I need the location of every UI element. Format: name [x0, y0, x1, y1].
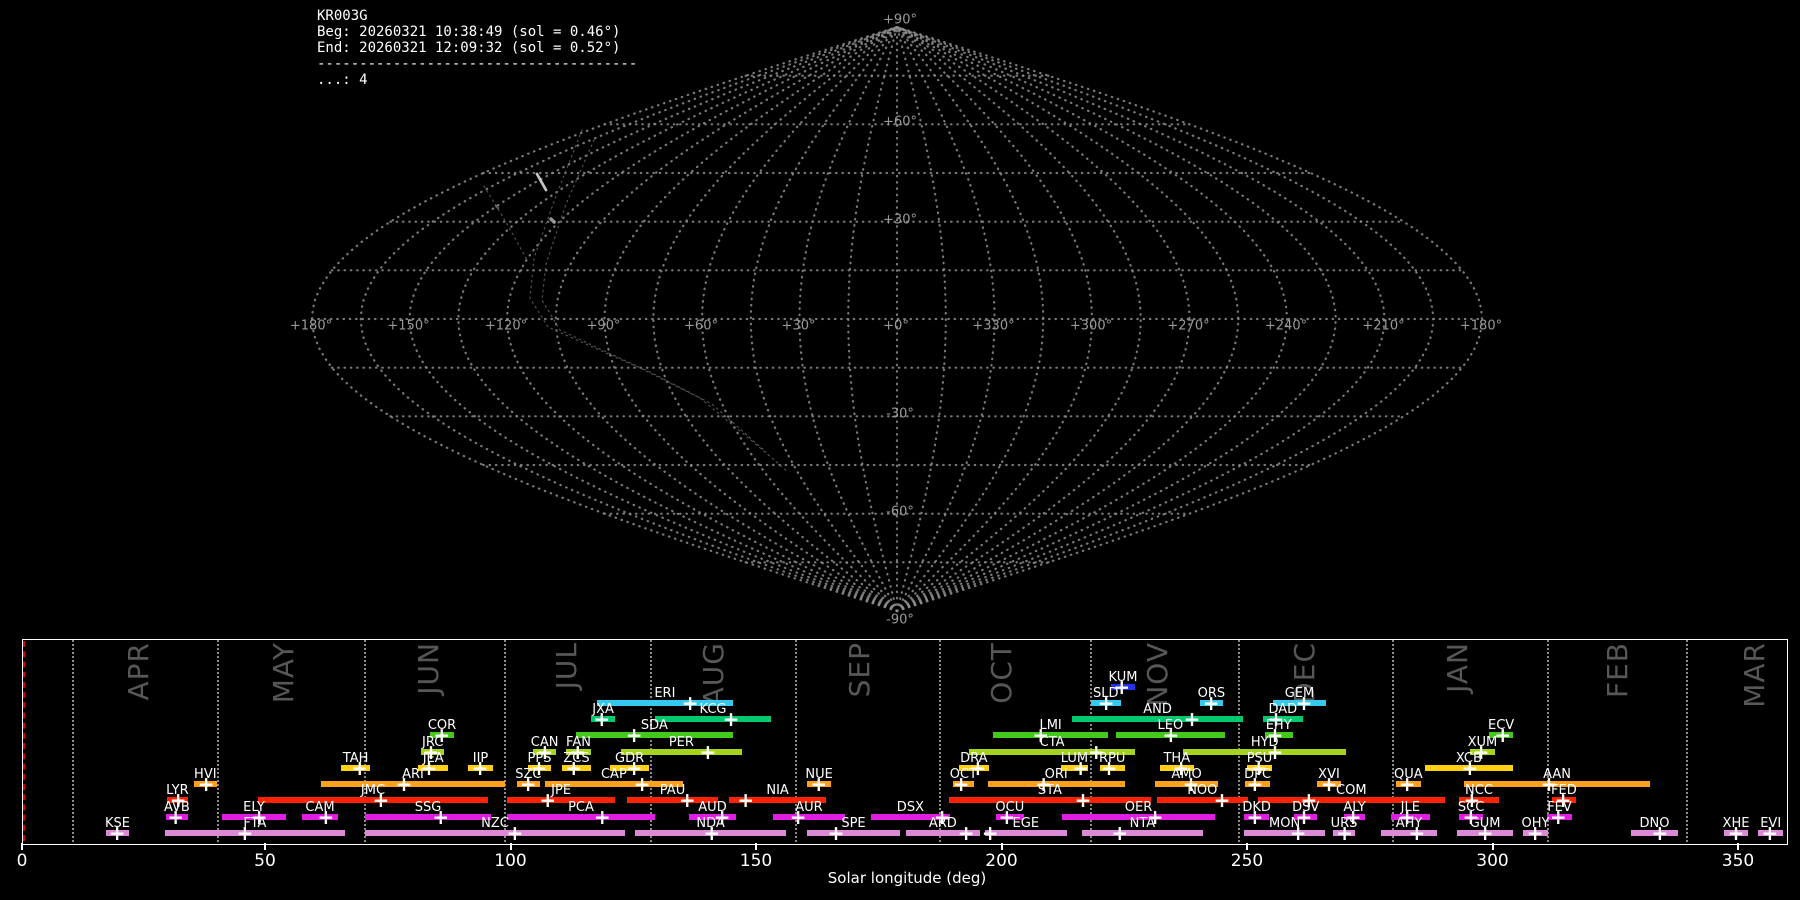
month-boundary-line: [217, 640, 219, 842]
month-label: MAY: [267, 642, 300, 703]
axis-tick: [1001, 843, 1003, 850]
meteor-shower-activity-screen: +90°+60°+30°-30°-60°-90°+180°+150°+120°+…: [0, 0, 1800, 900]
axis-tick-label: 0: [17, 851, 28, 871]
axis-tick-label: 300: [1476, 851, 1508, 871]
shower-code-label: SDA: [641, 718, 668, 733]
axis-tick: [21, 843, 23, 850]
axis-tick-label: 50: [254, 851, 276, 871]
axis-tick: [264, 843, 266, 850]
activity-timeline-chart: Solar longitude (deg) APR MAY JUN JUL AUG SEP…: [0, 0, 1800, 900]
month-label: OCT: [985, 642, 1018, 704]
month-label: NOV: [1141, 642, 1174, 707]
month-label: APR: [122, 642, 155, 701]
axis-tick-label: 350: [1722, 851, 1754, 871]
month-boundary-line: [364, 640, 366, 842]
x-axis-label: Solar longitude (deg): [828, 869, 986, 887]
month-boundary-line: [1238, 640, 1240, 842]
shower-code-label: AND: [1143, 702, 1172, 717]
axis-tick-label: 150: [740, 851, 772, 871]
current-solar-longitude-marker: [23, 641, 25, 841]
month-boundary-line: [504, 640, 506, 842]
shower-code-label: DSX: [897, 800, 924, 815]
shower-code-label: NTA: [1130, 816, 1156, 831]
shower-code-label: CAP: [601, 767, 627, 782]
month-label: JUN: [412, 642, 445, 695]
month-label: FEB: [1601, 642, 1634, 698]
axis-tick-label: 200: [985, 851, 1017, 871]
month-label: JAN: [1441, 642, 1474, 693]
month-boundary-line: [650, 640, 652, 842]
shower-code-label: PCA: [568, 800, 594, 815]
axis-tick-label: 100: [494, 851, 526, 871]
shower-code-label: NIA: [766, 783, 788, 798]
shower-code-label: COM: [1336, 783, 1367, 798]
month-boundary-line: [72, 640, 74, 842]
month-label: JUL: [550, 642, 583, 689]
shower-code-label: PER: [669, 735, 694, 750]
shower-code-label: EGE: [1013, 816, 1040, 831]
month-label: MAR: [1738, 642, 1771, 708]
shower-code-label: NZC: [481, 816, 509, 831]
month-boundary-line: [1686, 640, 1688, 842]
shower-code-label: SPE: [841, 816, 865, 831]
shower-code-label: ARD: [929, 816, 957, 831]
axis-tick-label: 250: [1231, 851, 1263, 871]
axis-tick: [755, 843, 757, 850]
month-label: AUG: [697, 642, 730, 706]
axis-tick: [1246, 843, 1248, 850]
shower-code-label: STA: [1038, 783, 1062, 798]
shower-code-label: ERI: [654, 686, 675, 701]
shower-code-label: CTA: [1040, 735, 1065, 750]
month-label: SEP: [843, 642, 876, 697]
month-boundary-line: [1392, 640, 1394, 842]
